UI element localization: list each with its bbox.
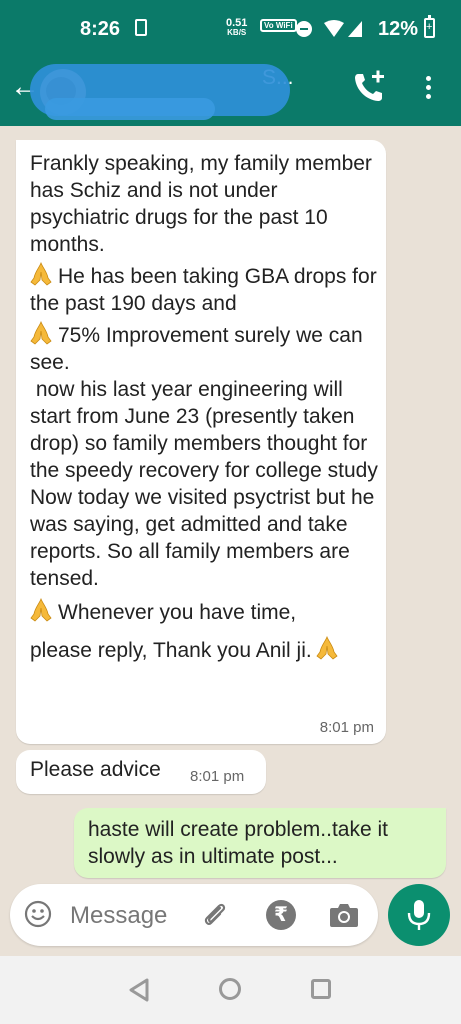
message-paragraph: Frankly speaking, my family member has S…	[30, 152, 372, 256]
nav-back-icon[interactable]	[128, 978, 150, 1002]
rupee-payment-icon[interactable]: ₹	[266, 900, 296, 930]
message-input[interactable]	[68, 898, 202, 934]
message-paragraph-text: please reply, Thank you Anil ji.	[30, 639, 312, 662]
folded-hands-icon	[30, 598, 52, 622]
emoji-icon[interactable]	[24, 900, 52, 928]
message-body: haste will create problem..take it slowl…	[88, 818, 388, 868]
network-speed-value: 0.51	[226, 17, 248, 29]
nav-home-icon[interactable]	[219, 978, 241, 1000]
network-speed-unit: KB/S	[227, 28, 247, 37]
add-call-icon[interactable]	[352, 70, 386, 104]
message-paragraph-text: He has been taking GBA drops for the pas…	[30, 265, 377, 315]
do-not-disturb-icon	[296, 21, 312, 37]
folded-hands-icon	[30, 262, 52, 286]
vowifi-icon: Vo WiFi	[260, 19, 297, 32]
message-paragraph-text: 75% Improvement surely we can see.	[30, 324, 363, 374]
message-composer: ₹	[10, 884, 378, 946]
paperclip-icon[interactable]	[200, 900, 230, 930]
message-body: Frankly speaking, my family member has S…	[30, 150, 380, 664]
folded-hands-icon	[316, 636, 338, 660]
outgoing-message[interactable]: haste will create problem..take it slowl…	[74, 808, 446, 878]
message-paragraph: Whenever you have time,	[30, 598, 380, 626]
message-timestamp: 8:01 pm	[190, 768, 245, 785]
microphone-icon	[407, 900, 431, 930]
microphone-button[interactable]	[388, 884, 450, 946]
message-paragraph: Now today we visited psyctrist but he wa…	[30, 486, 375, 590]
signal-icon	[324, 20, 362, 37]
message-paragraph: He has been taking GBA drops for the pas…	[30, 262, 380, 317]
message-paragraph: now his last year engineering will start…	[30, 378, 378, 482]
network-speed: 0.51 KB/S	[226, 18, 247, 38]
redaction-scribble-2	[45, 98, 215, 120]
message-timestamp: 8:01 pm	[319, 719, 374, 736]
chat-area[interactable]: Frankly speaking, my family member has S…	[0, 126, 461, 956]
chat-header: ← S...	[0, 58, 461, 126]
message-paragraph-text: Whenever you have time,	[58, 601, 297, 624]
battery-icon	[424, 15, 435, 38]
status-bar: 8:26 0.51 KB/S Vo WiFi 12%	[0, 0, 461, 58]
nav-recents-icon[interactable]	[311, 979, 331, 999]
folded-hands-icon	[30, 321, 52, 345]
message-paragraph: please reply, Thank you Anil ji.	[30, 636, 380, 664]
more-vert-icon[interactable]	[420, 72, 436, 108]
battery-percentage: 12%	[378, 18, 419, 40]
status-time: 8:26	[80, 18, 121, 40]
message-body: Please advice	[30, 758, 161, 781]
message-paragraph: 75% Improvement surely we can see.	[30, 321, 380, 376]
incoming-message[interactable]: Frankly speaking, my family member has S…	[16, 140, 386, 744]
system-navigation-bar	[0, 956, 461, 1024]
camera-icon[interactable]	[328, 901, 360, 929]
phone-storage-icon	[135, 19, 147, 36]
incoming-message[interactable]: Please advice 8:01 pm	[16, 750, 266, 794]
